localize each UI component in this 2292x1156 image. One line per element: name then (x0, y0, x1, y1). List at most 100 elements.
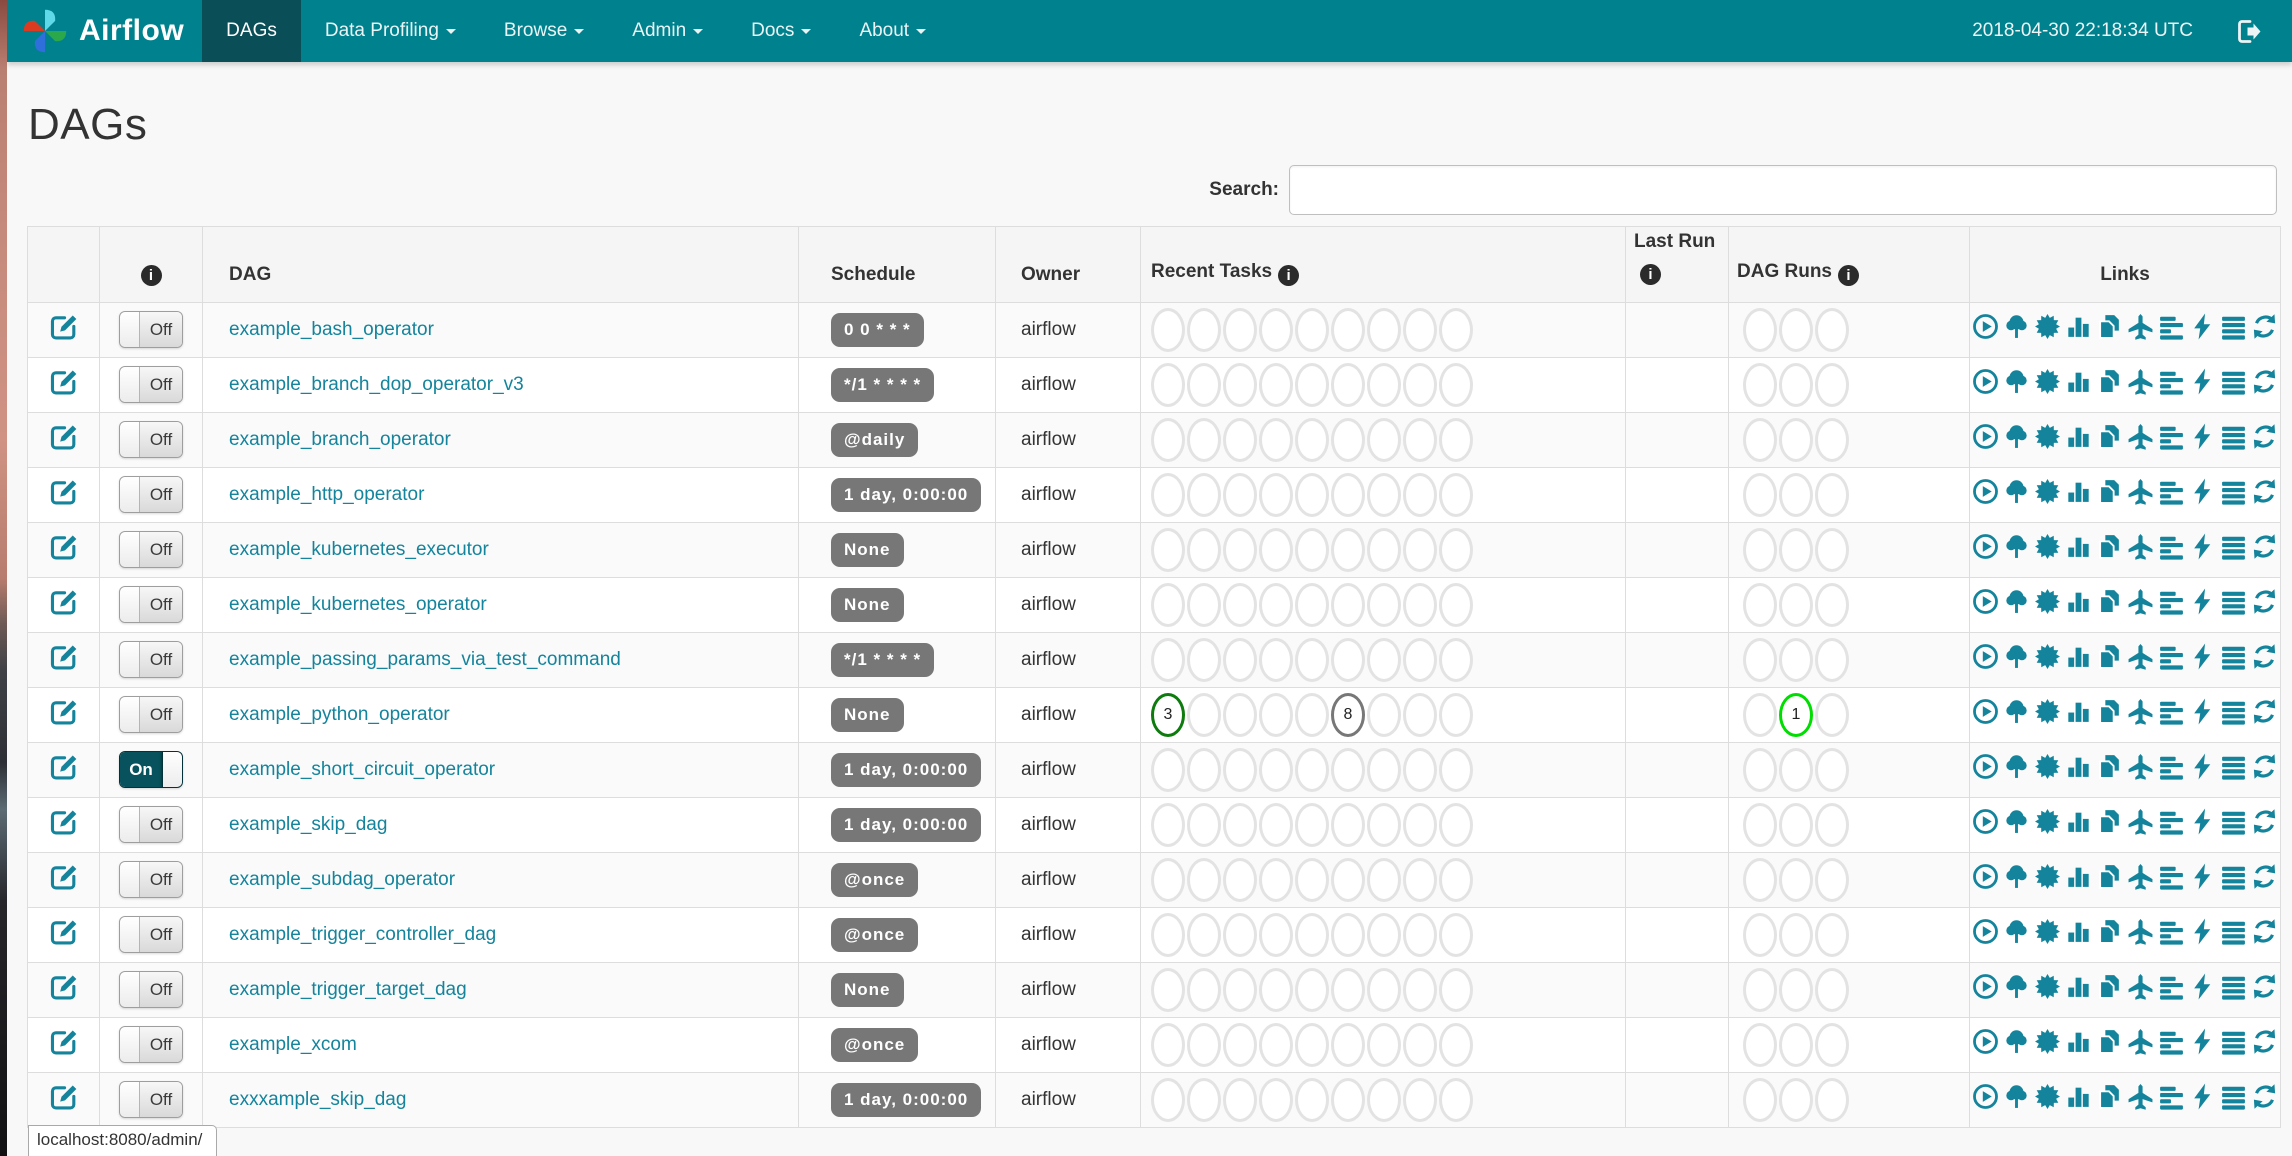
task-tries-icon[interactable] (2096, 478, 2123, 505)
task-state-circle[interactable] (1367, 362, 1401, 407)
dag-run-state-circle[interactable] (1743, 472, 1777, 517)
trigger-dag-icon[interactable] (1972, 643, 1999, 670)
task-duration-icon[interactable] (2065, 533, 2092, 560)
task-state-circle[interactable] (1403, 912, 1437, 957)
dag-run-state-circle[interactable] (1815, 472, 1849, 517)
task-state-circle[interactable] (1187, 637, 1221, 682)
task-tries-icon[interactable] (2096, 368, 2123, 395)
task-state-circle[interactable] (1187, 582, 1221, 627)
edit-dag-icon[interactable] (49, 697, 79, 727)
dag-run-state-circle[interactable] (1779, 747, 1813, 792)
task-state-circle[interactable] (1295, 912, 1329, 957)
gantt-view-icon[interactable] (2158, 863, 2185, 890)
dag-link[interactable]: example_passing_params_via_test_command (229, 649, 621, 670)
edit-dag-icon[interactable] (49, 642, 79, 672)
refresh-icon[interactable] (2251, 1083, 2278, 1110)
task-duration-icon[interactable] (2065, 478, 2092, 505)
code-view-icon[interactable] (2189, 643, 2216, 670)
dag-pause-toggle[interactable]: Off (119, 1081, 183, 1119)
dag-run-state-circle[interactable] (1743, 912, 1777, 957)
task-duration-icon[interactable] (2065, 808, 2092, 835)
task-state-circle[interactable] (1367, 417, 1401, 462)
dag-run-state-circle[interactable] (1779, 362, 1813, 407)
task-state-circle[interactable] (1439, 417, 1473, 462)
task-state-circle[interactable] (1295, 637, 1329, 682)
tree-view-icon[interactable] (2003, 533, 2030, 560)
task-state-circle[interactable] (1259, 417, 1293, 462)
task-tries-icon[interactable] (2096, 533, 2123, 560)
graph-view-icon[interactable] (2034, 588, 2061, 615)
task-instances-icon[interactable] (2220, 588, 2247, 615)
task-state-circle[interactable] (1259, 362, 1293, 407)
graph-view-icon[interactable] (2034, 533, 2061, 560)
dag-link[interactable]: example_xcom (229, 1034, 357, 1055)
task-state-circle[interactable] (1223, 417, 1257, 462)
refresh-icon[interactable] (2251, 973, 2278, 1000)
task-state-circle[interactable] (1439, 747, 1473, 792)
task-state-circle[interactable] (1151, 967, 1185, 1012)
task-state-circle[interactable] (1367, 527, 1401, 572)
gantt-view-icon[interactable] (2158, 808, 2185, 835)
task-state-circle[interactable] (1259, 692, 1293, 737)
trigger-dag-icon[interactable] (1972, 423, 1999, 450)
edit-dag-icon[interactable] (49, 972, 79, 1002)
task-instances-icon[interactable] (2220, 533, 2247, 560)
task-tries-icon[interactable] (2096, 808, 2123, 835)
dag-run-state-circle[interactable] (1743, 692, 1777, 737)
dag-run-state-circle[interactable] (1743, 1022, 1777, 1067)
task-state-circle[interactable] (1439, 857, 1473, 902)
task-instances-icon[interactable] (2220, 863, 2247, 890)
task-tries-icon[interactable] (2096, 1083, 2123, 1110)
dag-run-state-circle[interactable] (1743, 417, 1777, 462)
dag-link[interactable]: example_short_circuit_operator (229, 759, 495, 780)
landing-times-icon[interactable] (2127, 863, 2154, 891)
task-state-circle[interactable] (1187, 692, 1221, 737)
graph-view-icon[interactable] (2034, 918, 2061, 945)
task-state-circle[interactable] (1151, 747, 1185, 792)
task-state-circle[interactable] (1331, 747, 1365, 792)
edit-dag-icon[interactable] (49, 917, 79, 947)
dag-run-state-circle[interactable] (1815, 967, 1849, 1012)
code-view-icon[interactable] (2189, 918, 2216, 945)
gantt-view-icon[interactable] (2158, 643, 2185, 670)
graph-view-icon[interactable] (2034, 313, 2061, 340)
dag-pause-toggle[interactable]: Off (119, 1026, 183, 1064)
landing-times-icon[interactable] (2127, 753, 2154, 781)
task-state-circle[interactable] (1403, 857, 1437, 902)
task-tries-icon[interactable] (2096, 698, 2123, 725)
task-state-circle[interactable] (1259, 582, 1293, 627)
task-state-circle[interactable] (1259, 1077, 1293, 1122)
code-view-icon[interactable] (2189, 698, 2216, 725)
task-state-circle[interactable] (1439, 472, 1473, 517)
dag-run-state-circle[interactable] (1815, 1022, 1849, 1067)
task-tries-icon[interactable] (2096, 863, 2123, 890)
task-state-circle[interactable] (1223, 747, 1257, 792)
task-state-circle[interactable] (1439, 582, 1473, 627)
trigger-dag-icon[interactable] (1972, 698, 1999, 725)
task-state-circle[interactable] (1367, 307, 1401, 352)
task-state-circle[interactable] (1223, 967, 1257, 1012)
task-state-circle[interactable] (1187, 307, 1221, 352)
logout-icon[interactable] (2235, 18, 2262, 45)
task-state-circle[interactable] (1295, 802, 1329, 847)
task-state-circle[interactable] (1367, 472, 1401, 517)
task-state-circle[interactable] (1439, 637, 1473, 682)
refresh-icon[interactable] (2251, 588, 2278, 615)
gantt-view-icon[interactable] (2158, 368, 2185, 395)
task-state-circle[interactable] (1367, 1022, 1401, 1067)
task-state-circle[interactable] (1151, 912, 1185, 957)
tree-view-icon[interactable] (2003, 863, 2030, 890)
landing-times-icon[interactable] (2127, 808, 2154, 836)
task-instances-icon[interactable] (2220, 698, 2247, 725)
task-instances-icon[interactable] (2220, 368, 2247, 395)
tree-view-icon[interactable] (2003, 588, 2030, 615)
tree-view-icon[interactable] (2003, 368, 2030, 395)
edit-dag-icon[interactable] (49, 752, 79, 782)
task-state-circle[interactable] (1295, 417, 1329, 462)
dag-run-state-circle[interactable] (1779, 307, 1813, 352)
graph-view-icon[interactable] (2034, 973, 2061, 1000)
task-state-circle[interactable] (1331, 967, 1365, 1012)
dag-link[interactable]: example_trigger_target_dag (229, 979, 467, 1000)
graph-view-icon[interactable] (2034, 863, 2061, 890)
task-state-circle[interactable] (1223, 582, 1257, 627)
